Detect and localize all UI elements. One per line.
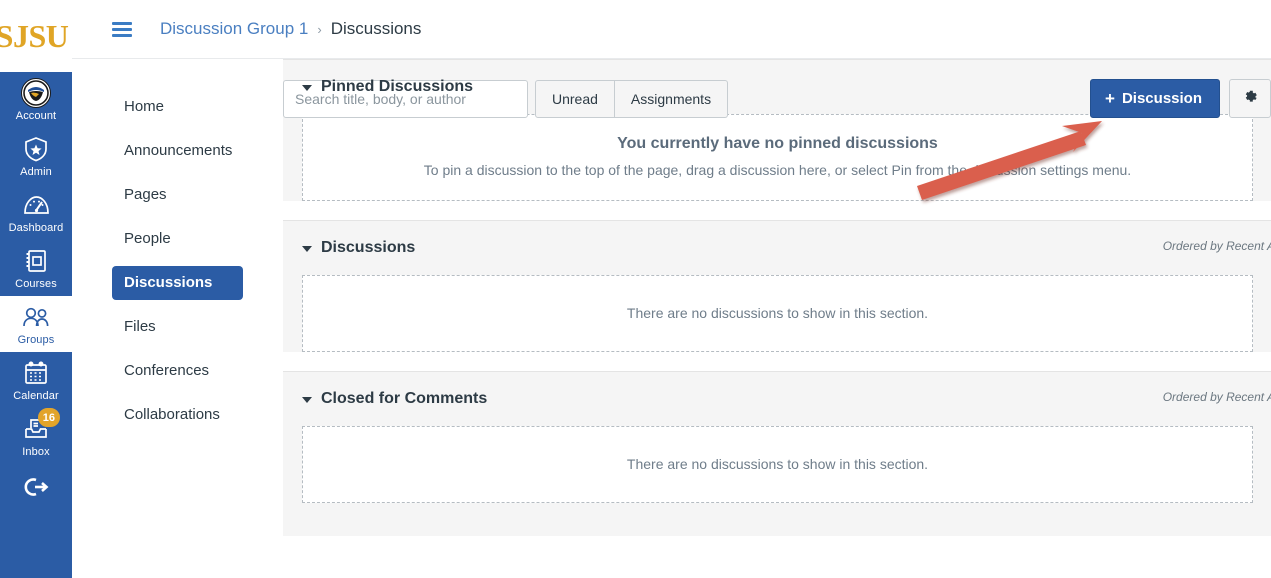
breadcrumb-parent-link[interactable]: Discussion Group 1 [160, 19, 308, 39]
courses-book-icon [21, 246, 51, 276]
global-nav-label-calendar: Calendar [13, 390, 58, 403]
course-nav-item-home[interactable]: Home [112, 90, 243, 124]
logout-arrow-icon [21, 472, 51, 502]
global-nav-item-account[interactable]: Account [0, 72, 72, 128]
section-title-closed: Closed for Comments [321, 390, 487, 408]
breadcrumb-separator-icon: › [317, 22, 321, 37]
breadcrumb: Discussion Group 1 › Discussions [72, 0, 1271, 59]
discussions-dropzone[interactable]: There are no discussions to show in this… [302, 275, 1253, 352]
sjsu-logo[interactable]: SJSU [0, 0, 72, 72]
section-discussions: Discussions Ordered by Recent Activity T… [283, 220, 1271, 352]
closed-for-comments-dropzone[interactable]: There are no discussions to show in this… [302, 426, 1253, 503]
spartan-avatar-icon [21, 78, 51, 108]
course-navigation: Home Announcements Pages People Discussi… [72, 59, 272, 578]
section-header-closed: Closed for Comments Ordered by Recent Ac… [283, 372, 1271, 426]
section-order-label-discussions: Ordered by Recent Activity [1163, 239, 1271, 253]
section-header-pinned: Pinned Discussions [283, 60, 1271, 114]
calendar-icon [21, 358, 51, 388]
section-title-pinned: Pinned Discussions [321, 78, 473, 96]
dashboard-gauge-icon [21, 190, 51, 220]
course-nav-item-pages[interactable]: Pages [112, 178, 243, 212]
global-nav-label-courses: Courses [15, 278, 57, 291]
discussions-empty-text: There are no discussions to show in this… [313, 296, 1242, 329]
global-nav-label-groups: Groups [18, 334, 55, 347]
closed-empty-text: There are no discussions to show in this… [313, 447, 1242, 480]
global-nav-label-account: Account [16, 110, 56, 123]
collapse-caret-icon[interactable] [302, 246, 312, 252]
global-nav-item-inbox[interactable]: 16 Inbox [0, 408, 72, 464]
course-nav-item-announcements[interactable]: Announcements [112, 134, 243, 168]
page-root: SJSU Account [0, 0, 1271, 578]
section-title-discussions: Discussions [321, 239, 415, 257]
section-header-discussions: Discussions Ordered by Recent Activity [283, 221, 1271, 275]
hamburger-menu-icon[interactable] [112, 19, 134, 41]
global-nav-label-admin: Admin [20, 166, 52, 179]
global-nav-item-admin[interactable]: Admin [0, 128, 72, 184]
sjsu-logo-text: SJSU [0, 18, 68, 55]
collapse-caret-icon[interactable] [302, 85, 312, 91]
global-nav-item-courses[interactable]: Courses [0, 240, 72, 296]
section-closed-for-comments: Closed for Comments Ordered by Recent Ac… [283, 371, 1271, 536]
global-nav-label-dashboard: Dashboard [9, 222, 64, 235]
global-nav-item-groups[interactable]: Groups [0, 296, 72, 352]
inbox-tray-icon: 16 [21, 414, 51, 444]
course-nav-item-people[interactable]: People [112, 222, 243, 256]
collapse-caret-icon[interactable] [302, 397, 312, 403]
pinned-empty-subtitle: To pin a discussion to the top of the pa… [313, 162, 1242, 178]
groups-people-icon [21, 302, 51, 332]
course-nav-item-collaborations[interactable]: Collaborations [112, 398, 243, 432]
course-nav-item-conferences[interactable]: Conferences [112, 354, 243, 388]
logout-button[interactable] [0, 464, 72, 507]
section-order-label-closed: Ordered by Recent Activity [1163, 390, 1271, 404]
course-nav-item-files[interactable]: Files [112, 310, 243, 344]
breadcrumb-current: Discussions [331, 19, 422, 39]
course-nav-item-discussions[interactable]: Discussions [112, 266, 243, 300]
global-navigation: SJSU Account [0, 0, 72, 578]
global-nav-item-dashboard[interactable]: Dashboard [0, 184, 72, 240]
shield-star-icon [21, 134, 51, 164]
global-nav-label-inbox: Inbox [22, 446, 49, 459]
inbox-unread-badge: 16 [38, 408, 60, 427]
main-content: Unread Assignments + Discussion [272, 59, 1271, 578]
global-nav-item-calendar[interactable]: Calendar [0, 352, 72, 408]
